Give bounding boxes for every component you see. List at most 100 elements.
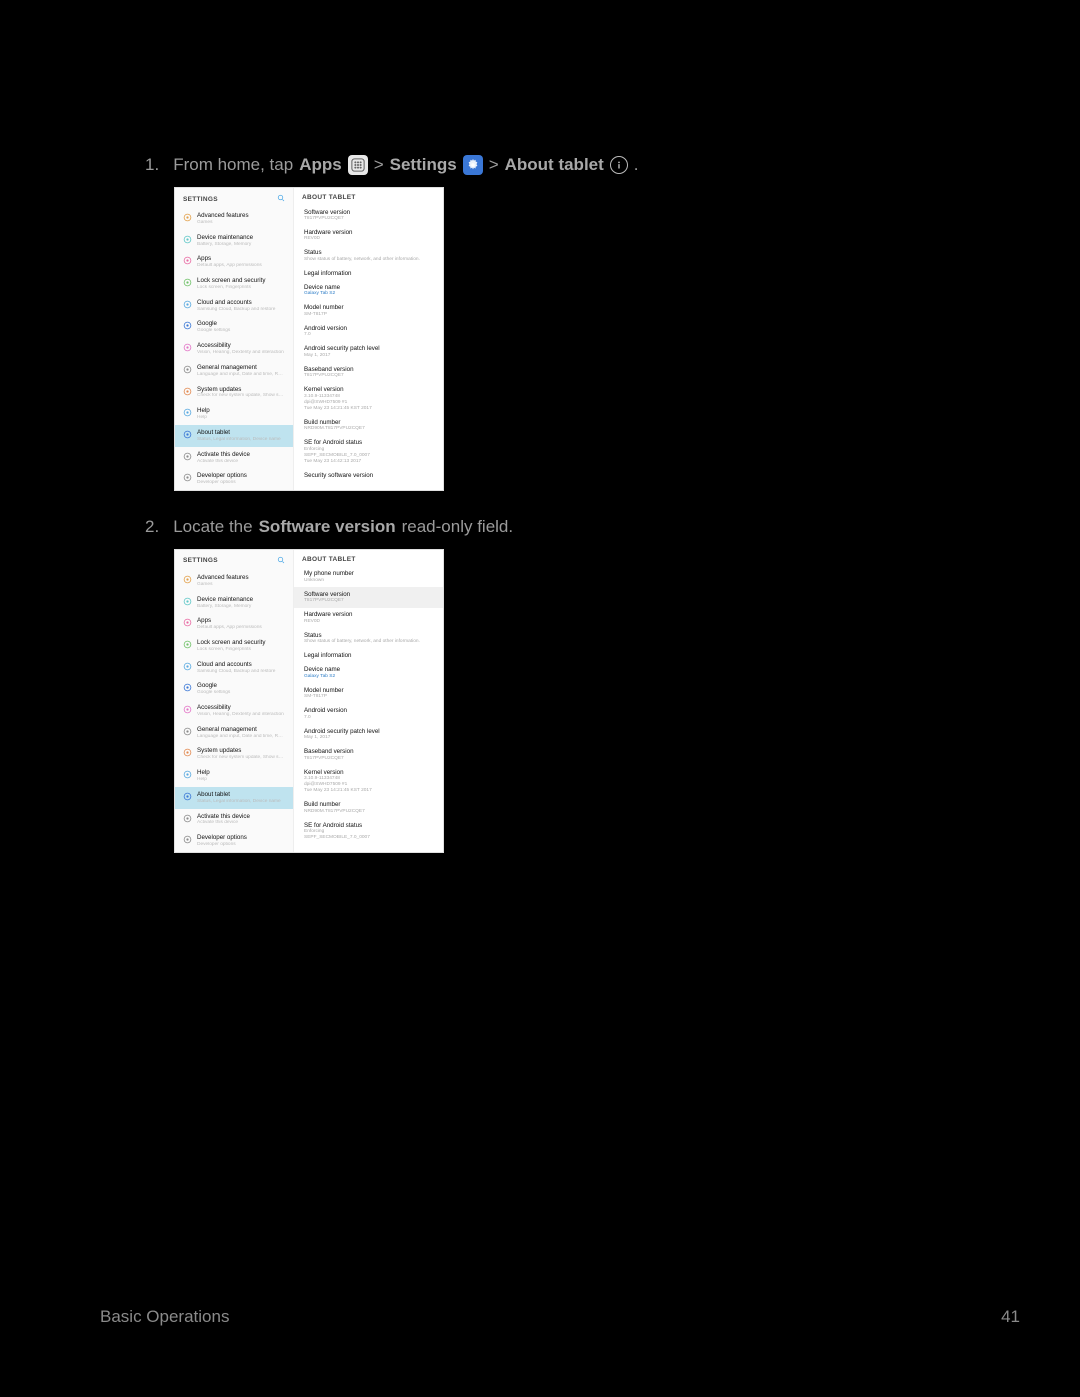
step-1: 1. From home, tap Apps > Settings > Abou…: [145, 155, 1030, 175]
about-item-sub: 7.0: [304, 332, 433, 338]
settings-item[interactable]: AccessibilityVision, Hearing, Dexterity …: [175, 338, 293, 360]
settings-item-icon: [183, 575, 192, 584]
settings-item[interactable]: HelpHelp: [175, 403, 293, 425]
settings-item[interactable]: Developer optionsDeveloper options: [175, 830, 293, 852]
settings-item-title: Activate this device: [197, 451, 285, 458]
settings-item-sub: Language and input, Date and time, Res…: [197, 734, 285, 740]
settings-item[interactable]: General managementLanguage and input, Da…: [175, 360, 293, 382]
about-item-sub: SM-T817P: [304, 312, 433, 318]
about-item[interactable]: Hardware versionREV0D: [294, 225, 443, 245]
settings-item-icon: [183, 387, 192, 396]
about-item-title: Android security patch level: [304, 345, 433, 352]
about-item[interactable]: Android security patch levelMay 1, 2017: [294, 724, 443, 744]
settings-item[interactable]: Activate this deviceActivate this device: [175, 809, 293, 831]
settings-item-sub: Check for new system update, Show sy…: [197, 755, 285, 761]
settings-item-sub: Default apps, App permissions: [197, 625, 285, 631]
about-item[interactable]: StatusShow status of battery, network, a…: [294, 246, 443, 266]
about-item[interactable]: Device nameGalaxy Tab S2: [294, 280, 443, 300]
settings-item[interactable]: AppsDefault apps, App permissions: [175, 251, 293, 273]
settings-item[interactable]: Advanced featuresGames: [175, 208, 293, 230]
about-item-sub: NRD90M.T817PVPU2CQE7: [304, 426, 433, 432]
about-item-title: Android version: [304, 707, 433, 714]
step-text: Locate the: [173, 517, 252, 537]
about-item[interactable]: Baseband versionT817PVPU2CQE7: [294, 362, 443, 382]
settings-item[interactable]: AppsDefault apps, App permissions: [175, 613, 293, 635]
settings-item[interactable]: GoogleGoogle settings: [175, 316, 293, 338]
settings-item-icon: [183, 748, 192, 757]
settings-item-icon: [183, 792, 192, 801]
settings-item[interactable]: GoogleGoogle settings: [175, 678, 293, 700]
settings-item-title: Lock screen and security: [197, 639, 285, 646]
about-item[interactable]: Software versionT817PVPU2CQE7: [294, 587, 443, 607]
settings-item-sub: Activate this device: [197, 820, 285, 826]
settings-label: Settings: [390, 155, 457, 175]
about-item-title: Build number: [304, 419, 433, 426]
settings-item[interactable]: Device maintenanceBattery, Storage, Memo…: [175, 230, 293, 252]
settings-item-title: Device maintenance: [197, 596, 285, 603]
about-item[interactable]: My phone numberUnknown: [294, 567, 443, 587]
apps-grid-icon: [348, 155, 368, 175]
about-item-title: Kernel version: [304, 386, 433, 393]
settings-item[interactable]: HelpHelp: [175, 765, 293, 787]
about-list-2: My phone numberUnknownSoftware versionT8…: [294, 567, 443, 845]
settings-item[interactable]: AccessibilityVision, Hearing, Dexterity …: [175, 700, 293, 722]
gt: >: [374, 155, 384, 175]
about-item-title: Device name: [304, 666, 433, 673]
settings-item[interactable]: Cloud and accountsSamsung Cloud, Backup …: [175, 295, 293, 317]
about-item[interactable]: Kernel version3.10.9-11334748dpi@SWHD750…: [294, 383, 443, 415]
about-item[interactable]: Security software version: [294, 468, 443, 482]
settings-item-title: System updates: [197, 386, 285, 393]
settings-item-sub: Battery, Storage, Memory: [197, 242, 285, 248]
about-list-1: Software versionT817PVPU2CQE7Hardware ve…: [294, 205, 443, 482]
about-item[interactable]: Kernel version3.10.9-11334748dpi@SWHD750…: [294, 765, 443, 797]
settings-item-title: Lock screen and security: [197, 277, 285, 284]
settings-item-sub: Default apps, App permissions: [197, 263, 285, 269]
settings-item-sub: Developer options: [197, 480, 285, 486]
about-item[interactable]: Device nameGalaxy Tab S2: [294, 663, 443, 683]
settings-item[interactable]: Device maintenanceBattery, Storage, Memo…: [175, 592, 293, 614]
about-item[interactable]: Legal information: [294, 266, 443, 280]
about-item[interactable]: Hardware versionREV0D: [294, 608, 443, 628]
settings-item-sub: Vision, Hearing, Dexterity and interacti…: [197, 350, 285, 356]
settings-item[interactable]: Developer optionsDeveloper options: [175, 468, 293, 490]
about-item-title: Baseband version: [304, 748, 433, 755]
about-item[interactable]: SE for Android statusEnforcingSEPF_SECMO…: [294, 818, 443, 844]
settings-item[interactable]: Activate this deviceActivate this device: [175, 447, 293, 469]
settings-item-sub: Developer options: [197, 842, 285, 848]
settings-item[interactable]: General managementLanguage and input, Da…: [175, 722, 293, 744]
about-item[interactable]: Build numberNRD90M.T817PVPU2CQE7: [294, 798, 443, 818]
settings-item-title: About tablet: [197, 429, 285, 436]
apps-label: Apps: [299, 155, 342, 175]
settings-item[interactable]: Advanced featuresGames: [175, 570, 293, 592]
about-item[interactable]: Software versionT817PVPU2CQE7: [294, 205, 443, 225]
about-item[interactable]: SE for Android statusEnforcingSEPF_SECMO…: [294, 436, 443, 468]
settings-item[interactable]: Lock screen and securityLock screen, Fin…: [175, 635, 293, 657]
settings-item-title: Activate this device: [197, 813, 285, 820]
about-item[interactable]: Android version7.0: [294, 704, 443, 724]
settings-item[interactable]: About tabletStatus, Legal information, D…: [175, 425, 293, 447]
search-icon[interactable]: [277, 194, 285, 204]
search-icon[interactable]: [277, 556, 285, 566]
settings-item[interactable]: System updatesCheck for new system updat…: [175, 382, 293, 404]
about-item-title: Legal information: [304, 652, 433, 659]
about-item[interactable]: Legal information: [294, 649, 443, 663]
about-header: ABOUT TABLET: [294, 188, 443, 205]
about-item[interactable]: Android version7.0: [294, 321, 443, 341]
about-item[interactable]: Model numberSM-T817P: [294, 683, 443, 703]
about-item[interactable]: Baseband versionT817PVPU2CQE7: [294, 745, 443, 765]
about-item-sub: SM-T817P: [304, 694, 433, 700]
settings-item-title: About tablet: [197, 791, 285, 798]
settings-item[interactable]: About tabletStatus, Legal information, D…: [175, 787, 293, 809]
settings-item[interactable]: System updatesCheck for new system updat…: [175, 743, 293, 765]
about-item-title: Model number: [304, 304, 433, 311]
software-version-label: Software version: [259, 517, 396, 537]
about-item[interactable]: Android security patch levelMay 1, 2017: [294, 342, 443, 362]
settings-item[interactable]: Lock screen and securityLock screen, Fin…: [175, 273, 293, 295]
about-item[interactable]: Build numberNRD90M.T817PVPU2CQE7: [294, 415, 443, 435]
settings-item-icon: [183, 235, 192, 244]
settings-item-icon: [183, 683, 192, 692]
settings-item-title: Google: [197, 682, 285, 689]
about-item[interactable]: Model numberSM-T817P: [294, 301, 443, 321]
about-item[interactable]: StatusShow status of battery, network, a…: [294, 628, 443, 648]
settings-item[interactable]: Cloud and accountsSamsung Cloud, Backup …: [175, 657, 293, 679]
